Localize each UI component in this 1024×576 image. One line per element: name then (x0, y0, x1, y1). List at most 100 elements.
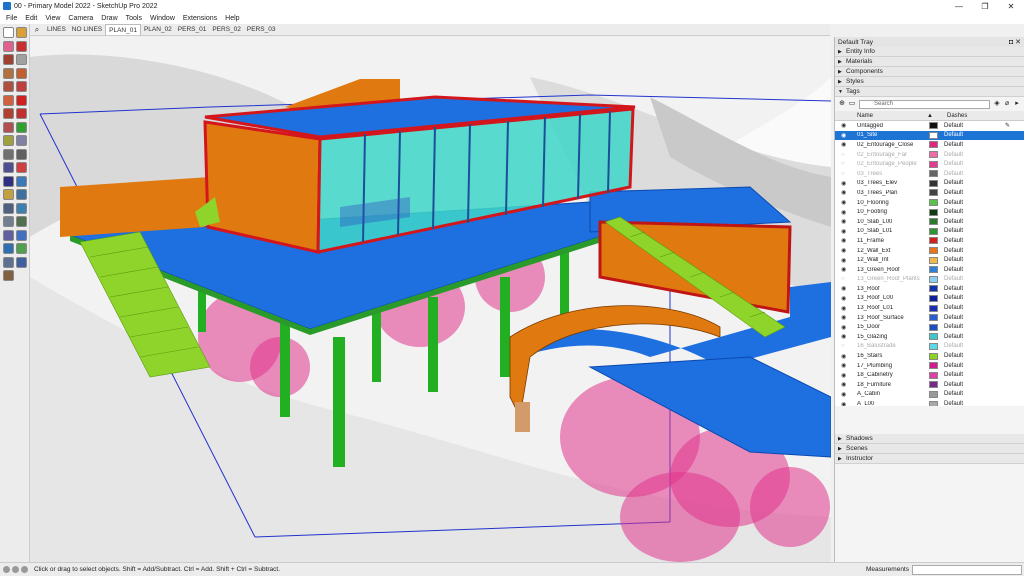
polygon-tool-icon[interactable] (3, 81, 14, 92)
tag-row[interactable]: ◉ 13_Roof_L01 Default (835, 303, 1024, 313)
tag-color-swatch[interactable] (929, 362, 938, 370)
eye-visible-icon[interactable]: ◉ (841, 132, 851, 139)
tag-color-swatch[interactable] (929, 390, 938, 398)
tag-color-swatch[interactable] (929, 275, 938, 283)
eye-visible-icon[interactable]: ◉ (841, 266, 851, 273)
freehand-tool-icon[interactable] (3, 54, 14, 65)
tag-row[interactable]: ◉ 13_Roof_L00 Default (835, 294, 1024, 304)
rotate-tool-icon[interactable] (16, 108, 27, 119)
eye-visible-icon[interactable]: ◉ (841, 333, 851, 340)
tag-dash[interactable]: Default (944, 276, 974, 282)
tag-dash[interactable]: Default (944, 209, 974, 215)
tag-color-swatch[interactable] (929, 237, 938, 245)
tag-name[interactable]: 13_Green_Roof (857, 267, 929, 273)
eye-visible-icon[interactable]: ◉ (841, 122, 851, 129)
tag-name[interactable]: 13_Green_Roof_Plants (857, 276, 929, 282)
tag-dash[interactable]: Default (944, 228, 974, 234)
rotated-rectangle-tool-icon[interactable] (3, 67, 14, 79)
menu-extensions[interactable]: Extensions (179, 15, 221, 22)
select-tool-icon[interactable] (3, 27, 14, 38)
tag-name[interactable]: 01_Site (857, 132, 929, 138)
tag-color-swatch[interactable] (929, 314, 938, 322)
eye-hidden-icon[interactable]: ○ (841, 276, 851, 282)
section-styles[interactable]: ▶ Styles (835, 77, 1024, 87)
tag-name[interactable]: 16_Balustrade (857, 343, 929, 349)
look-around-tool-icon[interactable] (3, 229, 14, 241)
tag-dash[interactable]: Default (944, 372, 974, 378)
zoom-tool-icon[interactable] (16, 189, 27, 200)
menu-camera[interactable]: Camera (64, 15, 97, 22)
credits-icon[interactable] (12, 566, 19, 573)
close-button[interactable]: ✕ (998, 2, 1024, 11)
tag-row[interactable]: ○ 02_Entourage_Far Default (835, 150, 1024, 160)
tag-name[interactable]: 02_Entourage_People (857, 161, 929, 167)
axes-tool-icon[interactable] (16, 162, 27, 173)
tag-name[interactable]: 03_Trees_Plan (857, 190, 929, 196)
tag-color-swatch[interactable] (929, 151, 938, 159)
tag-dash[interactable]: Default (944, 123, 974, 129)
tag-color-swatch[interactable] (929, 294, 938, 302)
tag-dash[interactable]: Default (944, 363, 974, 369)
menu-edit[interactable]: Edit (21, 15, 41, 22)
tag-dash[interactable]: Default (944, 343, 974, 349)
section-tags[interactable]: ▼ Tags (835, 87, 1024, 97)
tag-row[interactable]: ◉ 13_Roof Default (835, 284, 1024, 294)
eye-visible-icon[interactable]: ◉ (841, 228, 851, 235)
tag-dash[interactable]: Default (944, 353, 974, 359)
scene-tab-lines[interactable]: LINES (44, 24, 69, 35)
tag-color-swatch[interactable] (929, 266, 938, 274)
search-icon[interactable]: ⌕ (30, 25, 44, 35)
tag-color-swatch[interactable] (929, 131, 938, 139)
tag-color-swatch[interactable] (929, 218, 938, 226)
section-materials[interactable]: ▶ Materials (835, 57, 1024, 67)
tag-row[interactable]: ◉ 10_Slab_L01 Default (835, 227, 1024, 237)
eye-visible-icon[interactable]: ◉ (841, 353, 851, 360)
tag-row[interactable]: ◉ 03_Trees_Plan Default (835, 188, 1024, 198)
details-arrow-icon[interactable]: ▸ (1012, 99, 1022, 109)
pie-tool-icon[interactable] (3, 94, 14, 106)
section-components[interactable]: ▶ Components (835, 67, 1024, 77)
eye-visible-icon[interactable]: ◉ (841, 314, 851, 321)
tag-row[interactable]: ◉ 01_Site Default (835, 130, 1024, 141)
zoom-window-tool-icon[interactable] (3, 202, 14, 214)
tag-name[interactable]: 13_Roof_Surface (857, 315, 929, 321)
tag-color-swatch[interactable] (929, 170, 938, 178)
tag-dash[interactable]: Default (944, 200, 974, 206)
rectangle-tool-icon[interactable] (16, 54, 27, 65)
tag-row[interactable]: ◉ 16_Stairs Default (835, 351, 1024, 361)
tag-dash[interactable]: Default (944, 219, 974, 225)
user-icon[interactable] (21, 566, 28, 573)
tag-color-swatch[interactable] (929, 141, 938, 149)
tag-dash[interactable]: Default (944, 401, 974, 406)
eye-visible-icon[interactable]: ◉ (841, 285, 851, 292)
eye-visible-icon[interactable]: ◉ (841, 362, 851, 369)
tag-dash[interactable]: Default (944, 267, 974, 273)
scene-tab-no-lines[interactable]: NO LINES (69, 24, 105, 35)
tag-dash[interactable]: Default (944, 315, 974, 321)
add-folder-icon[interactable]: ▭ (847, 99, 857, 109)
circle-tool-icon[interactable] (16, 67, 27, 79)
tag-color-swatch[interactable] (929, 352, 938, 360)
tag-dash[interactable]: Default (944, 382, 974, 388)
tag-dash[interactable]: Default (944, 161, 974, 167)
tag-name[interactable]: 12_Wall_Ext (857, 248, 929, 254)
paint-bucket-tool-icon[interactable] (16, 27, 27, 38)
tag-dash[interactable]: Default (944, 132, 974, 138)
section-scenes[interactable]: ▶ Scenes (835, 444, 1024, 454)
tag-row[interactable]: ◉ 02_Entourage_Close Default (835, 140, 1024, 150)
scene-tab-pers-01[interactable]: PERS_01 (175, 24, 210, 35)
pan-tool-icon[interactable] (3, 189, 14, 200)
tag-row[interactable]: ◉ 13_Green_Roof Default (835, 265, 1024, 275)
tag-dash[interactable]: Default (944, 190, 974, 196)
maximize-button[interactable]: ❐ (972, 2, 998, 11)
dashes-icon[interactable]: ⌀ (1002, 99, 1012, 109)
menu-help[interactable]: Help (221, 15, 243, 22)
tag-color-swatch[interactable] (929, 247, 938, 255)
tag-row[interactable]: ◉ A_L00 Default (835, 399, 1024, 406)
protractor-tool-icon[interactable] (16, 148, 27, 160)
offset-tool-icon[interactable] (3, 135, 14, 146)
eye-visible-icon[interactable]: ◉ (841, 295, 851, 302)
tag-name[interactable]: 02_Entourage_Far (857, 152, 929, 158)
tag-row[interactable]: ◉ 10_Slab_L00 Default (835, 217, 1024, 227)
tag-search-input[interactable]: Search (859, 99, 990, 109)
